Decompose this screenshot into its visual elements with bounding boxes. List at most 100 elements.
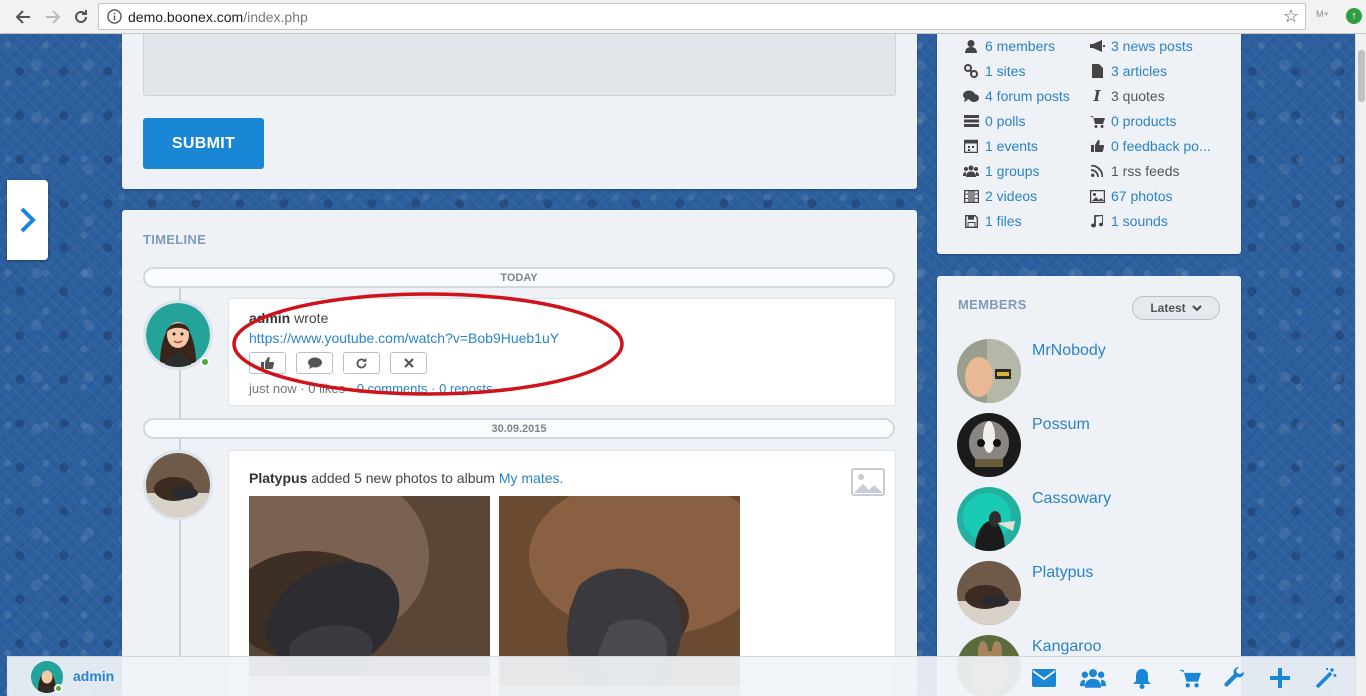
post-author[interactable]: Platypus [249, 470, 307, 486]
extension-up-icon[interactable]: ↑ [1346, 8, 1362, 24]
member-name[interactable]: Possum [1032, 416, 1090, 434]
tasks-icon [963, 114, 979, 128]
save-icon [963, 214, 979, 228]
stat-item[interactable]: 2 videos [963, 188, 1037, 204]
thumbs-up-icon [1089, 139, 1105, 153]
stat-label: 0 polls [985, 113, 1026, 129]
filter-label: Latest [1150, 301, 1186, 315]
annotation-ellipse [232, 292, 624, 396]
stat-label: 1 rss feeds [1111, 163, 1180, 179]
extension-label[interactable]: M+ [1316, 9, 1329, 19]
online-status-dot [200, 357, 210, 367]
browser-toolbar: demo.boonex.com/index.php ☆ M+ ↑ [0, 0, 1366, 34]
stat-item[interactable]: 1 sounds [1089, 213, 1168, 229]
stat-item[interactable]: 0 feedback po... [1089, 138, 1211, 154]
group-icon [963, 164, 979, 178]
user-icon [963, 39, 979, 53]
timeline-date-divider: 30.09.2015 [143, 418, 895, 439]
users-icon[interactable] [1080, 666, 1106, 690]
user-name[interactable]: admin [73, 668, 114, 684]
stat-label: 0 feedback po... [1111, 138, 1211, 154]
forward-button[interactable] [42, 6, 64, 28]
rss-icon [1089, 164, 1105, 178]
stat-item[interactable]: 3 news posts [1089, 38, 1193, 54]
reload-button[interactable] [70, 6, 92, 28]
stat-label: 1 files [985, 213, 1022, 229]
post-textarea[interactable] [143, 34, 896, 96]
stat-item[interactable]: 1 events [963, 138, 1038, 154]
address-bar[interactable]: demo.boonex.com/index.php ☆ [98, 3, 1306, 30]
submit-button[interactable]: SUBMIT [143, 118, 264, 169]
bottom-toolbar: admin [7, 656, 1359, 696]
url-path: /index.php [243, 9, 308, 25]
stat-item[interactable]: 1 sites [963, 63, 1025, 79]
stat-label: 4 forum posts [985, 88, 1070, 104]
stat-item[interactable]: 1 groups [963, 163, 1039, 179]
stat-item[interactable]: 0 polls [963, 113, 1025, 129]
stat-label: 0 products [1111, 113, 1177, 129]
back-button[interactable] [12, 6, 34, 28]
stat-item[interactable]: 6 members [963, 38, 1055, 54]
megaphone-icon [1089, 39, 1105, 53]
link-icon [963, 64, 979, 78]
page-scrollbar[interactable] [1355, 34, 1366, 696]
timeline-date-divider: TODAY [143, 267, 895, 288]
stat-item[interactable]: 1 rss feeds [1089, 163, 1179, 179]
page-content: SUBMIT TIMELINE TODAY admin wrote https:… [0, 34, 1366, 696]
member-name[interactable]: Platypus [1032, 564, 1093, 582]
stat-item[interactable]: 4 forum posts [963, 88, 1070, 104]
member-name[interactable]: MrNobody [1032, 342, 1106, 360]
online-status-dot [54, 684, 63, 693]
cart-icon[interactable] [1177, 666, 1203, 690]
stat-label: 67 photos [1111, 188, 1173, 204]
info-icon[interactable] [107, 9, 122, 24]
stat-label: 1 groups [985, 163, 1040, 179]
stat-item[interactable]: 3 articles [1089, 63, 1167, 79]
chevron-right-icon [20, 207, 36, 233]
cart-icon [1089, 114, 1105, 128]
stat-item[interactable]: 0 products [1089, 113, 1176, 129]
magic-wand-icon[interactable] [1313, 666, 1339, 690]
chevron-down-icon [1191, 304, 1202, 311]
picture-placeholder-icon [851, 468, 885, 496]
site-stats-card: 6 members 3 news posts 1 sites 3 article… [937, 34, 1241, 254]
bell-icon[interactable] [1129, 666, 1155, 690]
stat-label: 1 sites [985, 63, 1026, 79]
stat-label: 2 videos [985, 188, 1038, 204]
stat-label: 3 articles [1111, 63, 1168, 79]
envelope-icon[interactable] [1031, 666, 1057, 690]
members-filter-dropdown[interactable]: Latest [1132, 296, 1220, 320]
post-composer: SUBMIT [122, 34, 917, 189]
member-avatar[interactable] [957, 413, 1021, 477]
stat-label: 1 sounds [1111, 213, 1168, 229]
member-avatar[interactable] [957, 487, 1021, 551]
stat-label: 3 quotes [1111, 88, 1165, 104]
file-icon [1089, 64, 1105, 78]
members-card: MEMBERS Latest MrNobody Possum Cassowary… [937, 276, 1241, 696]
avatar[interactable] [143, 450, 213, 520]
post-header: Platypus added 5 new photos to album My … [249, 470, 563, 486]
music-icon [1089, 214, 1105, 228]
members-title: MEMBERS [958, 297, 1027, 312]
member-name[interactable]: Cassowary [1032, 490, 1111, 508]
stat-label: 3 news posts [1111, 38, 1193, 54]
post-verb: added 5 new photos to album [311, 470, 495, 486]
stat-item[interactable]: 1 files [963, 213, 1022, 229]
timeline-title: TIMELINE [143, 232, 207, 247]
picture-icon [1089, 189, 1105, 203]
scrollbar-thumb[interactable] [1358, 50, 1365, 102]
bookmark-star-icon[interactable]: ☆ [1283, 7, 1299, 25]
film-icon [963, 189, 979, 203]
wrench-icon[interactable] [1222, 666, 1248, 690]
plus-icon[interactable] [1267, 666, 1293, 690]
italic-icon: I [1093, 87, 1101, 105]
member-avatar[interactable] [957, 561, 1021, 625]
album-link[interactable]: My mates. [499, 470, 564, 486]
member-avatar[interactable] [957, 339, 1021, 403]
stat-item[interactable]: I 3 quotes [1089, 87, 1165, 105]
comments-icon [963, 89, 979, 103]
member-name[interactable]: Kangaroo [1032, 638, 1101, 656]
stat-item[interactable]: 67 photos [1089, 188, 1173, 204]
sidebar-toggle[interactable] [7, 180, 48, 260]
url-host: demo.boonex.com [128, 9, 244, 25]
